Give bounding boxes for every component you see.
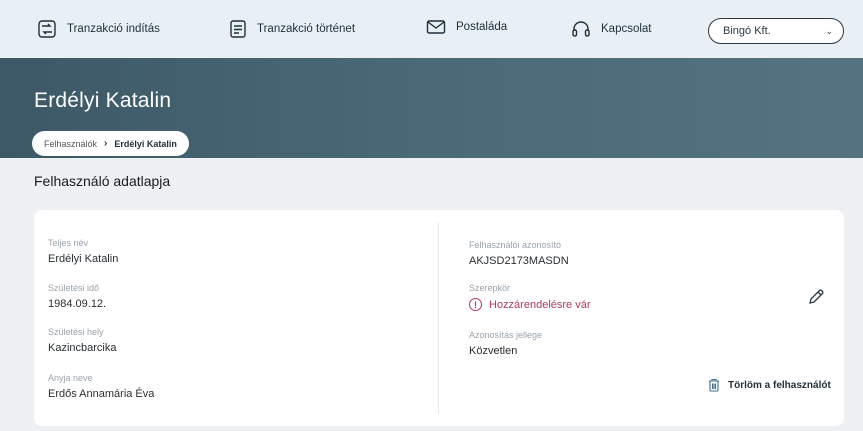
nav-transaction-history[interactable]: Tranzakció történet (229, 19, 355, 39)
field-label: Azonosítás jellege (469, 330, 543, 340)
page-title: Erdélyi Katalin (34, 89, 172, 112)
field-label: Születési idő (48, 283, 100, 293)
user-details-card (34, 210, 844, 426)
field-value: AKJSD2173MASDN (469, 255, 569, 267)
field-value: Erdős Annamária Éva (48, 388, 155, 400)
trash-icon (709, 378, 719, 392)
nav-mailbox[interactable]: Postaláda (426, 19, 507, 35)
delete-user-button[interactable]: Törlöm a felhasználót (708, 378, 831, 392)
breadcrumb-item-users[interactable]: Felhasználók (44, 139, 97, 149)
field-mother-name: Anyja neve Erdős Annamária Éva (48, 373, 154, 400)
field-full-name: Teljes név Erdélyi Katalin (48, 238, 118, 265)
nav-label: Kapcsolat (601, 23, 652, 35)
field-value: Kazincbarcika (48, 342, 117, 354)
nav-transaction-start[interactable]: Tranzakció indítás (37, 19, 160, 39)
delete-user-label: Törlöm a felhasználót (728, 379, 831, 391)
field-label: Anyja neve (48, 373, 93, 383)
section-title: Felhasználó adatlapja (34, 173, 171, 189)
field-label: Születési hely (48, 327, 104, 337)
role-status: ! Hozzárendelésre vár (469, 298, 591, 311)
field-value: Erdélyi Katalin (48, 253, 119, 265)
role-status-text: Hozzárendelésre vár (489, 298, 591, 311)
mail-icon (426, 20, 446, 34)
field-value: 1984.09.12. (48, 298, 107, 310)
field-label: Felhasználói azonosító (469, 240, 562, 250)
nav-label: Tranzakció történet (257, 23, 356, 35)
breadcrumb-item-current: Erdélyi Katalin (114, 138, 177, 149)
field-label: Szerepkör (469, 283, 511, 293)
nav-label: Postaláda (456, 21, 508, 33)
field-user-id: Felhasználói azonosító AKJSD2173MASDN (469, 240, 569, 267)
breadcrumb: Felhasználók › Erdélyi Katalin (32, 131, 189, 156)
edit-button[interactable] (807, 288, 825, 306)
nav-contact[interactable]: Kapcsolat (571, 19, 652, 39)
field-birth-date: Születési idő 1984.09.12. (48, 283, 106, 310)
top-navigation: Tranzakció indítás Tranzakció történet P… (0, 0, 863, 58)
field-label: Teljes név (48, 238, 89, 248)
pencil-icon (809, 289, 824, 304)
document-icon (230, 20, 246, 38)
chevron-down-icon: ⌄ (825, 25, 833, 36)
chevron-right-icon: › (104, 138, 108, 149)
field-birth-place: Születési hely Kazincbarcika (48, 327, 116, 354)
field-auth-type: Azonosítás jellege Közvetlen (469, 330, 542, 357)
company-select-value: Bingó Kft. (723, 25, 771, 37)
headset-icon (572, 21, 590, 37)
card-divider (438, 222, 439, 414)
field-value: Közvetlen (469, 345, 518, 357)
nav-label: Tranzakció indítás (67, 23, 160, 35)
field-role: Szerepkör ! Hozzárendelésre vár (469, 283, 591, 311)
company-select[interactable]: Bingó Kft. ⌄ (708, 18, 844, 44)
transaction-start-icon (38, 20, 56, 38)
warning-icon: ! (469, 298, 482, 311)
